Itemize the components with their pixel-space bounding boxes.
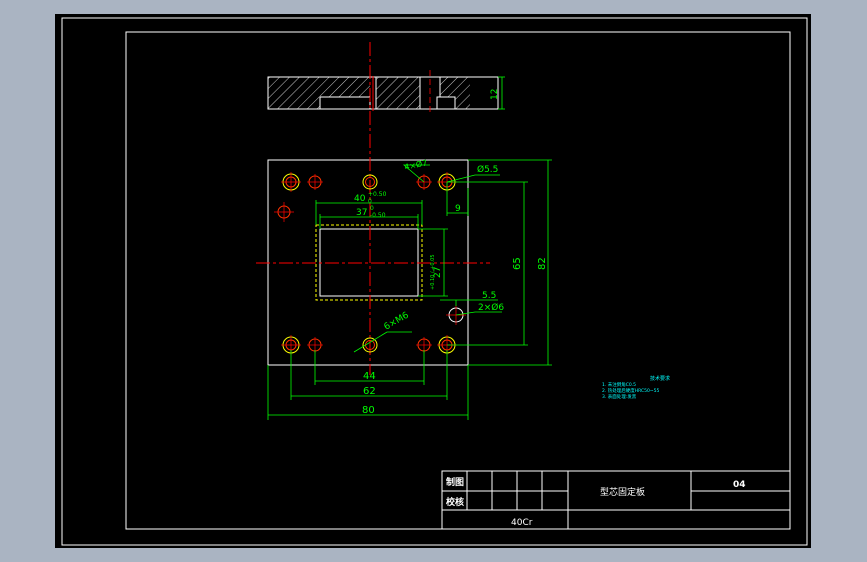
dim-height-82: 82 [537, 257, 548, 270]
dim-hole-span-62: 62 [363, 386, 376, 397]
dim-hole-span-44: 44 [363, 371, 376, 382]
part-number: 04 [733, 480, 746, 490]
dim-pocket-40-tol-low: 0 [368, 198, 372, 205]
dim-hole-dia-5-5: Ø5.5 [477, 164, 498, 175]
notes-line-3: 3. 表面处理:发黑 [602, 393, 637, 400]
dim-edge-5-5: 5.5 [482, 291, 496, 301]
notes-title: 技术要求 [650, 375, 670, 382]
checked-label: 校核 [446, 496, 464, 508]
drawn-label: 制图 [446, 476, 464, 488]
dim-thickness: 12 [490, 89, 500, 100]
section-view [267, 70, 505, 115]
dim-pocket-40: 40 [354, 194, 366, 204]
notes-line-2: 2. 热处理后硬度HRC50~55 [602, 387, 660, 394]
dim-overall-width: 80 [362, 405, 375, 416]
dim-pocket-37: 37 [356, 208, 367, 218]
dim-hole-2x-dia6: 2×Ø6 [478, 302, 504, 313]
part-name: 型芯固定板 [600, 486, 645, 498]
dim-pocket-40-tol: +0.50 [368, 191, 387, 198]
dim-pocket-27-tol: +0.10 / +0.05 [430, 254, 436, 290]
dim-height-65: 65 [512, 257, 523, 270]
material: 40Cr [511, 518, 533, 528]
dim-pocket-37-tol: 0 [370, 205, 374, 212]
dim-edge-9: 9 [455, 204, 461, 214]
cad-drawing: 12 80 62 44 40 +0.50 0 37 0 -0.50 27 +0.… [55, 14, 811, 548]
notes-line-1: 1. 未注倒角C0.5 [602, 381, 636, 388]
dim-pocket-37-tol-low: -0.50 [370, 212, 386, 219]
